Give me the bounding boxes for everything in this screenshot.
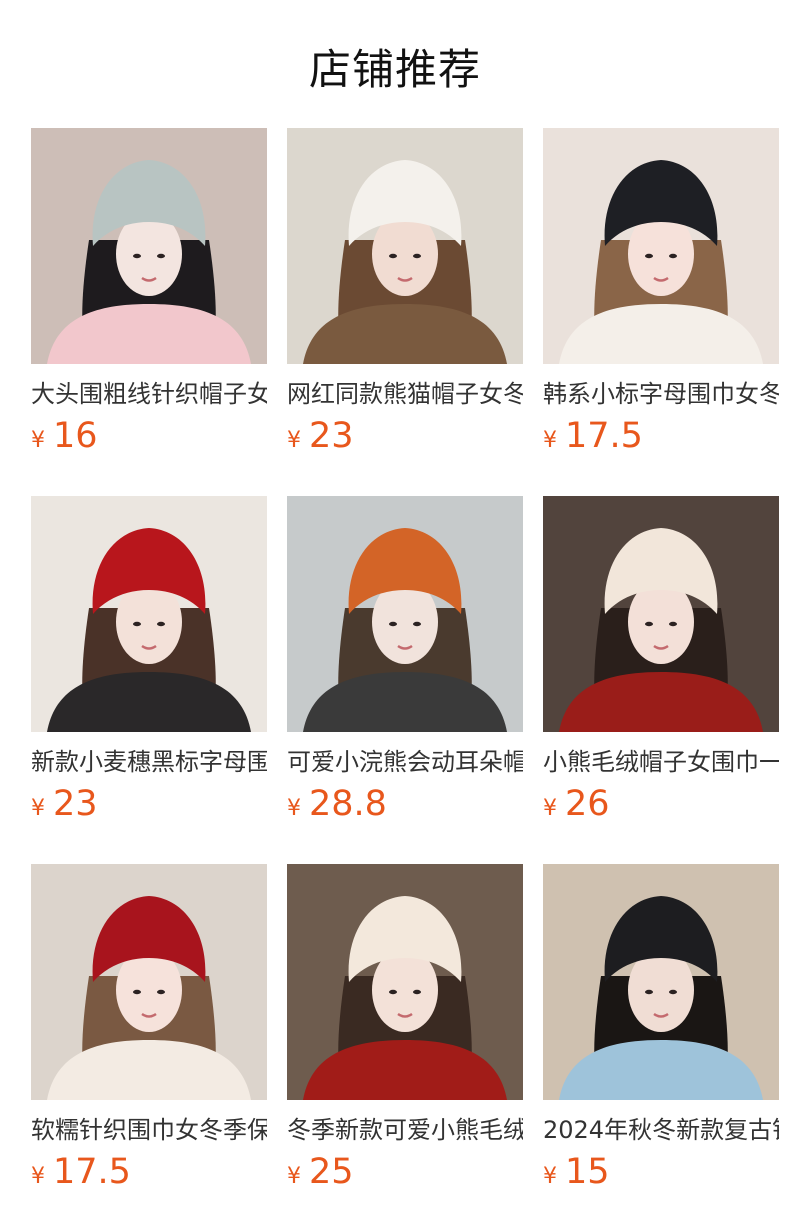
product-price: ¥ 23	[287, 416, 354, 460]
product-name[interactable]: 2024年秋冬新款复古针织帽	[543, 1114, 779, 1146]
panda-hat-photo[interactable]	[287, 128, 523, 364]
recommend-page: 店铺推荐 大头围粗线针织帽子女 ¥ 16 网红同款熊猫帽子女冬 ¥ 23 韩系小…	[0, 0, 790, 1232]
price-value: 16	[53, 416, 98, 456]
currency-symbol: ¥	[287, 1164, 301, 1189]
product-price: ¥ 17.5	[543, 416, 643, 460]
currency-symbol: ¥	[31, 428, 45, 453]
product-card-3[interactable]: 韩系小标字母围巾女冬 ¥ 17.5	[543, 128, 779, 496]
product-name[interactable]: 软糯针织围巾女冬季保暖	[31, 1114, 267, 1146]
section-title: 店铺推荐	[308, 45, 481, 94]
product-name[interactable]: 韩系小标字母围巾女冬	[543, 378, 779, 410]
product-card-8[interactable]: 冬季新款可爱小熊毛绒帽 ¥ 25	[287, 864, 523, 1232]
currency-symbol: ¥	[31, 796, 45, 821]
price-value: 23	[53, 784, 98, 824]
bear-hat-scarf-photo[interactable]	[543, 496, 779, 732]
product-card-5[interactable]: 可爱小浣熊会动耳朵帽子 ¥ 28.8	[287, 496, 523, 864]
price-value: 17.5	[53, 1152, 131, 1192]
product-card-7[interactable]: 软糯针织围巾女冬季保暖 ¥ 17.5	[31, 864, 267, 1232]
price-value: 23	[309, 416, 354, 456]
product-price: ¥ 15	[543, 1152, 610, 1196]
raccoon-hat-photo[interactable]	[287, 496, 523, 732]
product-name[interactable]: 网红同款熊猫帽子女冬	[287, 378, 523, 410]
price-value: 26	[565, 784, 610, 824]
currency-symbol: ¥	[543, 1164, 557, 1189]
price-value: 28.8	[309, 784, 387, 824]
price-value: 17.5	[565, 416, 643, 456]
product-name[interactable]: 冬季新款可爱小熊毛绒帽	[287, 1114, 523, 1146]
currency-symbol: ¥	[31, 1164, 45, 1189]
price-value: 15	[565, 1152, 610, 1192]
pattern-bucket-hat-photo[interactable]	[543, 864, 779, 1100]
product-price: ¥ 16	[31, 416, 98, 460]
knit-beanie-photo[interactable]	[31, 128, 267, 364]
red-knit-scarf-photo[interactable]	[31, 864, 267, 1100]
product-price: ¥ 26	[543, 784, 610, 828]
currency-symbol: ¥	[287, 428, 301, 453]
currency-symbol: ¥	[287, 796, 301, 821]
product-name[interactable]: 大头围粗线针织帽子女	[31, 378, 267, 410]
product-card-2[interactable]: 网红同款熊猫帽子女冬 ¥ 23	[287, 128, 523, 496]
product-name[interactable]: 小熊毛绒帽子女围巾一体	[543, 746, 779, 778]
black-scarf-photo[interactable]	[543, 128, 779, 364]
product-price: ¥ 25	[287, 1152, 354, 1196]
product-price: ¥ 28.8	[287, 784, 387, 828]
currency-symbol: ¥	[543, 796, 557, 821]
product-card-1[interactable]: 大头围粗线针织帽子女 ¥ 16	[31, 128, 267, 496]
product-price: ¥ 17.5	[31, 1152, 131, 1196]
price-value: 25	[309, 1152, 354, 1192]
product-grid: 大头围粗线针织帽子女 ¥ 16 网红同款熊猫帽子女冬 ¥ 23 韩系小标字母围巾…	[31, 128, 779, 1232]
bear-hat-mittens-photo[interactable]	[287, 864, 523, 1100]
product-card-4[interactable]: 新款小麦穗黑标字母围巾 ¥ 23	[31, 496, 267, 864]
product-card-9[interactable]: 2024年秋冬新款复古针织帽 ¥ 15	[543, 864, 779, 1232]
product-price: ¥ 23	[31, 784, 98, 828]
product-card-6[interactable]: 小熊毛绒帽子女围巾一体 ¥ 26	[543, 496, 779, 864]
product-name[interactable]: 可爱小浣熊会动耳朵帽子	[287, 746, 523, 778]
product-name[interactable]: 新款小麦穗黑标字母围巾	[31, 746, 267, 778]
currency-symbol: ¥	[543, 428, 557, 453]
red-scarf-photo[interactable]	[31, 496, 267, 732]
